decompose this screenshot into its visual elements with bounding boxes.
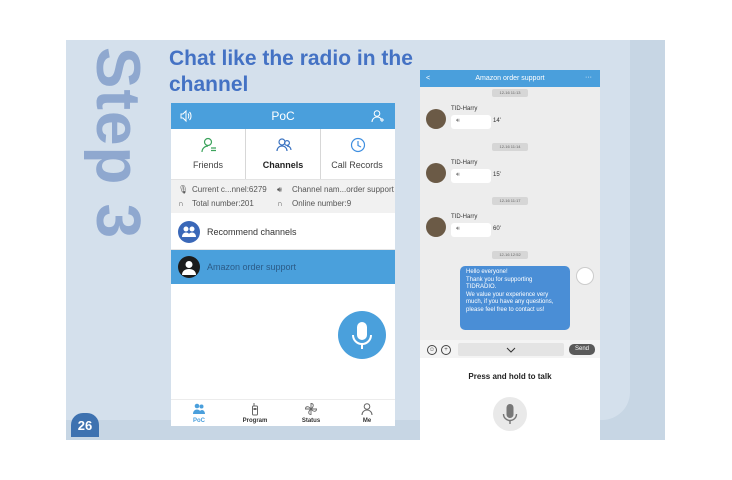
timestamp: 12-16 11:17: [492, 197, 528, 205]
avatar: [426, 163, 446, 183]
timestamp: 12-16 11:14: [492, 143, 528, 151]
avatar: [426, 217, 446, 237]
voice-wave-icon: 🔊︎: [456, 226, 460, 232]
list-item-amazon-order-support[interactable]: Amazon order support: [171, 250, 395, 284]
step-label-wrap: Step 3: [82, 47, 152, 307]
avatar: [426, 109, 446, 129]
timestamp: 12-16 11:13: [492, 89, 528, 97]
channel-avatar-icon: [178, 256, 200, 278]
nav-status[interactable]: Status: [283, 400, 339, 426]
headset-icon: ∩: [178, 199, 184, 208]
tab-channels[interactable]: Channels: [245, 129, 321, 179]
speaker-small-icon: 🔊︎: [277, 185, 283, 194]
tab-call-records-label: Call Records: [331, 160, 383, 170]
nav-me-label: Me: [362, 418, 372, 424]
poc-header-title: PoC: [271, 109, 295, 123]
step-label: Step 3: [83, 47, 152, 240]
headset-online-icon: ∩: [277, 199, 283, 208]
channel-name: Channel nam...order support: [292, 185, 394, 194]
chat-title: Amazon order support: [475, 75, 545, 82]
poc-nav-icon: [193, 403, 205, 414]
microphone-icon: [352, 322, 372, 349]
nav-poc[interactable]: PoC: [171, 400, 227, 426]
total-number: Total number:201: [192, 199, 254, 208]
clock-icon: [350, 137, 366, 153]
nav-program-label: Program: [242, 418, 268, 424]
channels-icon: [276, 138, 292, 152]
online-number: Online number:9: [292, 199, 352, 208]
plus-icon[interactable]: +: [441, 345, 451, 355]
my-text-message: Hello everyone! Thank you for supporting…: [460, 266, 570, 330]
tab-friends-label: Friends: [192, 160, 223, 170]
nav-status-label: Status: [301, 418, 321, 424]
page-number: 26: [71, 413, 99, 437]
emoji-icon[interactable]: ☺: [427, 345, 437, 355]
voice-duration: 15': [493, 172, 501, 178]
add-user-icon[interactable]: [371, 109, 385, 123]
voice-duration: 14': [493, 118, 501, 124]
nav-poc-label: PoC: [193, 418, 205, 424]
hold-to-talk-label: Press and hold to talk: [468, 372, 552, 381]
bottom-nav: PoC Program Status Me: [171, 399, 395, 426]
current-channel: Current c...nnel:6279: [192, 185, 267, 194]
person-icon: [361, 403, 373, 416]
poc-tabs: Friends Channels Call Records: [171, 129, 395, 180]
radio-icon: [252, 403, 258, 416]
sender-name: TID-Harry: [451, 214, 478, 220]
voice-wave-icon: 🔊︎: [456, 118, 460, 124]
pinwheel-icon: [305, 403, 317, 415]
hold-to-talk-button[interactable]: [493, 397, 527, 431]
chat-header: < Amazon order support ···: [420, 70, 600, 87]
nav-me[interactable]: Me: [339, 400, 395, 426]
mic-small-icon: 🎙︎: [178, 185, 189, 194]
send-button[interactable]: Send: [569, 344, 595, 355]
chat-input-bar: ☺ + Send: [420, 340, 600, 358]
chevron-down-icon: [506, 347, 516, 353]
channel-info-row-1: 🎙︎ Current c...nnel:6279 🔊︎ Channel nam.…: [171, 183, 395, 197]
sender-name: TID-Harry: [451, 160, 478, 166]
message-input[interactable]: [458, 343, 564, 356]
timestamp: 12-16 12:52: [492, 251, 528, 259]
channel-info-row-2: ∩ Total number:201 ∩ Online number:9: [171, 197, 395, 211]
list-item-recommend-channels[interactable]: Recommend channels: [171, 215, 395, 250]
tab-call-records[interactable]: Call Records: [320, 129, 394, 179]
list-item-label: Amazon order support: [207, 262, 297, 272]
channel-info: 🎙︎ Current c...nnel:6279 🔊︎ Channel nam.…: [171, 180, 395, 213]
more-icon[interactable]: ···: [585, 70, 592, 86]
list-item-label: Recommend channels: [207, 227, 297, 237]
chat-log: 12-16 11:13 TID-Harry 🔊︎ 14' 12-16 11:14…: [420, 87, 600, 340]
tab-channels-label: Channels: [262, 160, 304, 170]
microphone-icon: [502, 404, 518, 424]
talk-button[interactable]: [338, 311, 386, 359]
sender-name: TID-Harry: [451, 106, 478, 112]
poc-app-screen: PoC Friends Channels Call Records 🎙︎ Cur…: [171, 103, 395, 426]
chat-screen: < Amazon order support ··· 12-16 11:13 T…: [420, 70, 600, 440]
voice-duration: 60': [493, 226, 501, 232]
nav-program[interactable]: Program: [227, 400, 283, 426]
friends-icon: [201, 137, 216, 153]
recommend-channels-icon: [178, 221, 200, 243]
my-avatar: [576, 267, 594, 285]
poc-header: PoC: [171, 103, 395, 129]
tab-friends[interactable]: Friends: [171, 129, 245, 179]
voice-wave-icon: 🔊︎: [456, 172, 460, 178]
